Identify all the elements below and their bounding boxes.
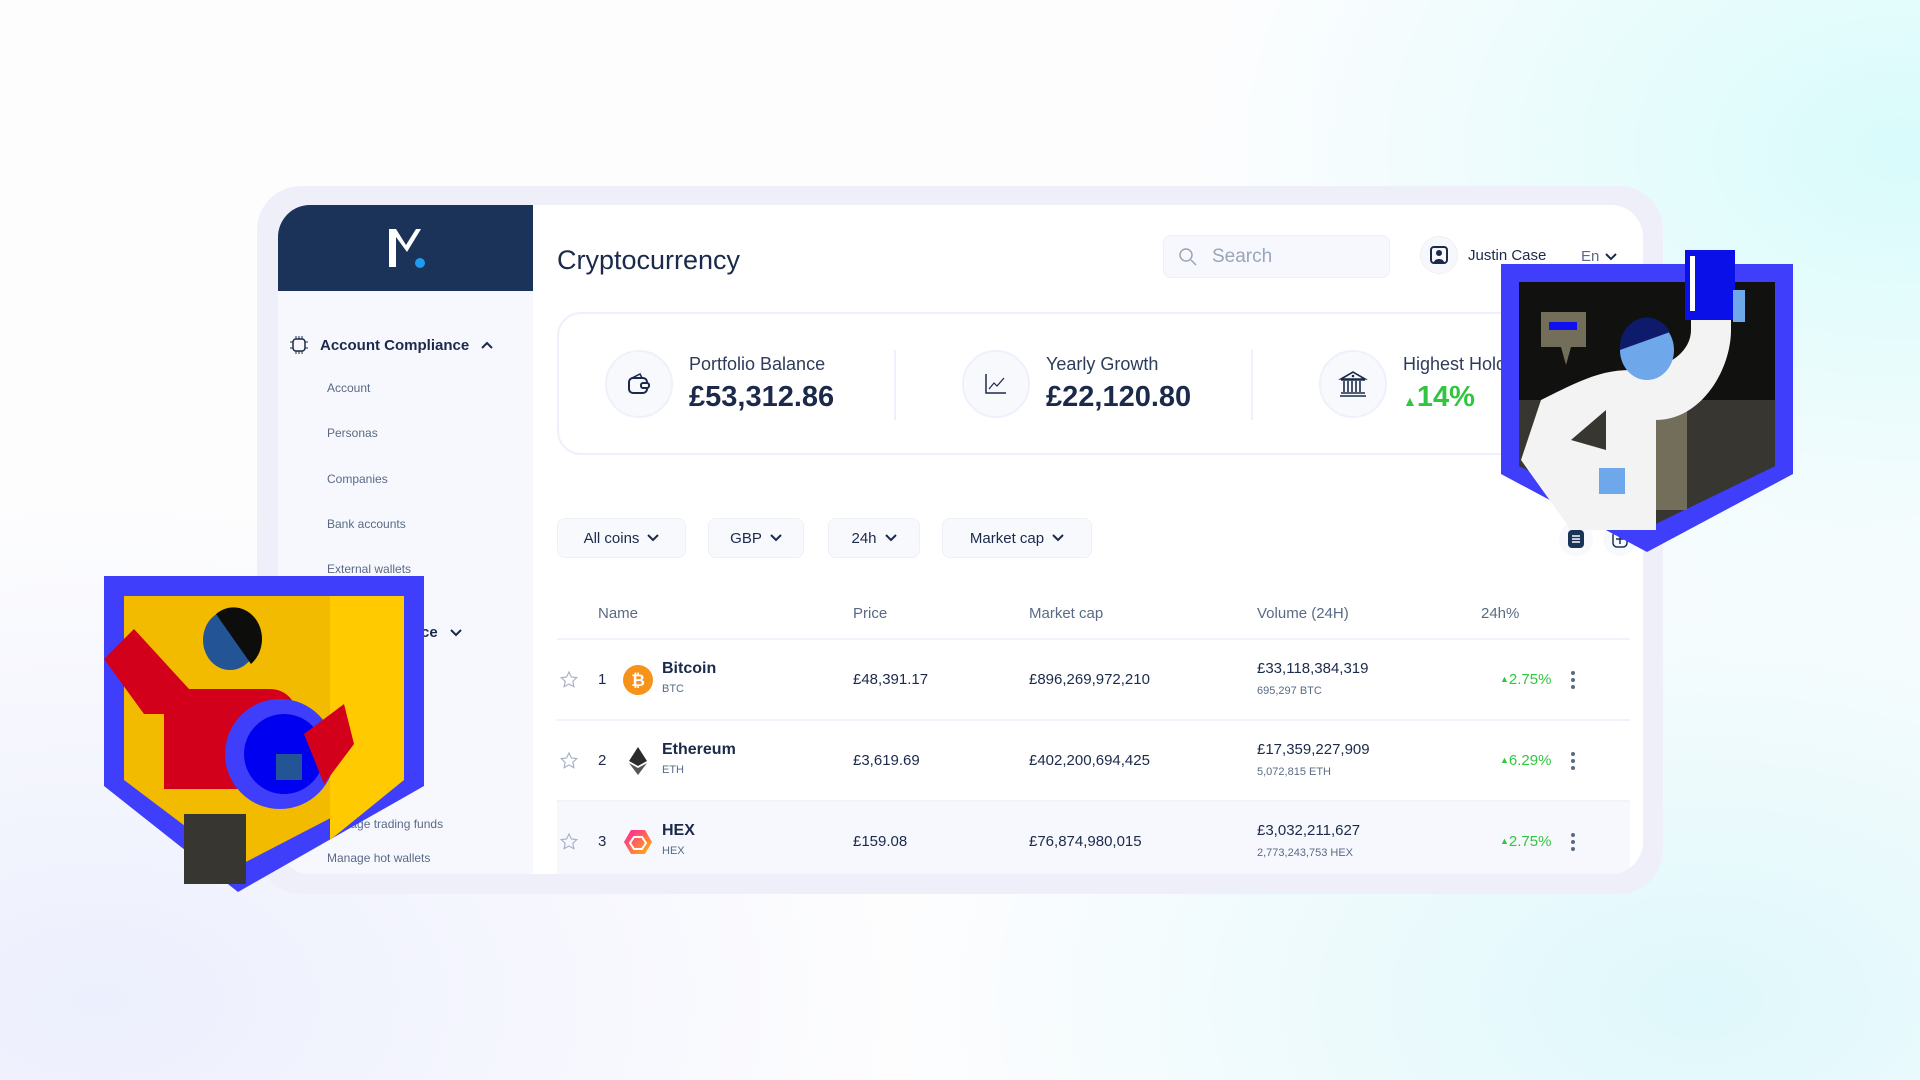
change-value: 6.29% — [1508, 752, 1552, 769]
coin-symbol: ETH — [662, 764, 684, 776]
market-cap: £896,269,972,210 — [1029, 671, 1150, 688]
rank: 1 — [598, 671, 607, 688]
table-row[interactable]: 1 ₿ Bitcoin BTC £48,391.17 £896,269,972,… — [557, 638, 1630, 719]
coin-name[interactable]: HEX — [662, 822, 695, 840]
volume: £33,118,384,319 — [1257, 660, 1369, 677]
divider — [894, 350, 896, 420]
table-row[interactable]: 3 HEX HEX £159.08 £76,874,980,015 £3,032… — [557, 800, 1630, 874]
stat-label: Yearly Growth — [1046, 354, 1159, 374]
stat-yearly-growth: Yearly Growth £22,120.80 — [962, 350, 1191, 418]
sidebar-section-account-compliance[interactable]: Account Compliance — [290, 336, 493, 354]
logo-icon — [388, 229, 425, 268]
rank: 3 — [598, 833, 607, 850]
svg-text:₿: ₿ — [631, 671, 645, 690]
star-icon[interactable] — [560, 752, 578, 770]
search-placeholder: Search — [1212, 245, 1273, 267]
filter-sort[interactable]: Market cap — [942, 518, 1092, 558]
arrow-up-icon: ▲ — [1500, 836, 1509, 846]
chevron-down-icon — [449, 628, 462, 636]
stat-portfolio-balance: Portfolio Balance £53,312.86 — [605, 350, 834, 418]
main-content: Cryptocurrency Search Justin Case En Por… — [533, 205, 1643, 874]
sidebar-item-account[interactable]: Account — [327, 381, 370, 395]
search-input[interactable]: Search — [1163, 235, 1390, 278]
divider — [1251, 350, 1253, 420]
coin-logo — [623, 827, 653, 862]
stat-value-text: 14% — [1416, 381, 1475, 413]
chevron-down-icon — [884, 534, 897, 542]
stat-value: £22,120.80 — [1046, 381, 1192, 413]
coin-logo — [623, 746, 653, 781]
volume-coin: 5,072,815 ETH — [1257, 766, 1331, 778]
volume-coin: 2,773,243,753 HEX — [1257, 847, 1354, 859]
filter-label: Market cap — [969, 529, 1045, 547]
page-title: Cryptocurrency — [557, 245, 741, 275]
chevron-down-icon — [770, 534, 782, 542]
arrow-up-icon: ▲ — [1403, 393, 1417, 409]
star-icon[interactable] — [560, 671, 578, 689]
filter-label: 24h — [851, 529, 877, 547]
stat-value: £53,312.86 — [689, 381, 835, 413]
chevron-down-icon — [647, 534, 660, 542]
search-icon — [1179, 247, 1197, 266]
price: £3,619.69 — [853, 752, 920, 769]
user-icon — [1430, 246, 1448, 264]
change-value: 2.75% — [1508, 671, 1552, 688]
star-icon[interactable] — [560, 833, 578, 851]
chevron-up-icon — [481, 341, 493, 349]
ethereum-icon — [629, 747, 647, 775]
change-24h: ▲2.75% — [1500, 833, 1551, 850]
app-window: Account Compliance Account Personas Comp… — [278, 205, 1643, 874]
coin-name[interactable]: Ethereum — [662, 741, 736, 759]
price: £48,391.17 — [853, 671, 929, 688]
wallet-icon — [628, 372, 650, 394]
table-row[interactable]: 2 Ethereum ETH £3,619.69 £402,200,694,42… — [557, 719, 1630, 800]
sidebar-item-personas[interactable]: Personas — [327, 426, 378, 440]
coin-logo: ₿ — [623, 665, 653, 700]
coin-symbol: HEX — [662, 845, 685, 857]
change-value: 2.75% — [1508, 833, 1552, 850]
filter-currency[interactable]: GBP — [708, 518, 804, 558]
sidebar-item-bank-accounts[interactable]: Bank accounts — [327, 517, 406, 531]
filter-label: All coins — [583, 529, 640, 547]
stat-label: Portfolio Balance — [689, 354, 826, 374]
rank: 2 — [598, 752, 607, 769]
column-header-change[interactable]: 24h% — [1481, 605, 1519, 622]
arrow-up-icon: ▲ — [1500, 755, 1509, 765]
column-header-name[interactable]: Name — [598, 605, 638, 622]
coin-name[interactable]: Bitcoin — [662, 660, 716, 678]
chevron-down-icon — [1052, 534, 1064, 542]
more-options-icon[interactable] — [1570, 670, 1576, 690]
chip-icon — [290, 336, 308, 354]
sidebar-section-label: Account Compliance — [320, 336, 470, 354]
avatar — [1420, 236, 1458, 274]
column-header-price[interactable]: Price — [853, 605, 887, 622]
person-illustration-badge — [104, 576, 424, 892]
price: £159.08 — [853, 833, 908, 850]
coin-symbol: BTC — [662, 683, 684, 695]
bitcoin-icon: ₿ — [623, 665, 653, 695]
chart-line-icon — [985, 374, 1006, 394]
stat-highest-holding: Highest Holding ▲14% — [1319, 350, 1530, 418]
market-cap: £76,874,980,015 — [1029, 833, 1142, 850]
bank-icon — [1338, 371, 1368, 397]
column-header-volume[interactable]: Volume (24H) — [1257, 605, 1349, 622]
change-24h: ▲6.29% — [1500, 752, 1551, 769]
logo[interactable] — [278, 205, 533, 291]
change-24h: ▲2.75% — [1500, 671, 1551, 688]
teacher-illustration-badge — [1501, 250, 1793, 552]
more-options-icon[interactable] — [1570, 832, 1576, 852]
arrow-up-icon: ▲ — [1500, 674, 1509, 684]
volume: £17,359,227,909 — [1257, 741, 1370, 758]
filter-all-coins[interactable]: All coins — [557, 518, 686, 558]
stats-card: Portfolio Balance £53,312.86 Yearly Growt… — [557, 312, 1627, 455]
sidebar-item-companies[interactable]: Companies — [327, 472, 388, 486]
filter-label: GBP — [730, 529, 762, 547]
column-header-market-cap[interactable]: Market cap — [1029, 605, 1103, 622]
volume: £3,032,211,627 — [1257, 822, 1361, 839]
volume-coin: 695,297 BTC — [1257, 685, 1322, 697]
more-options-icon[interactable] — [1570, 751, 1576, 771]
market-cap: £402,200,694,425 — [1029, 752, 1150, 769]
filter-period[interactable]: 24h — [828, 518, 920, 558]
hex-icon — [624, 830, 652, 854]
